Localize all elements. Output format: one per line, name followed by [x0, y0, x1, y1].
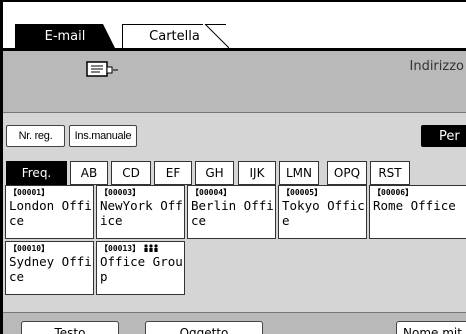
destination-button[interactable]: 【00010】 Sydney Office [5, 241, 94, 295]
destination-button[interactable]: 【00005】 Tokyo Office [278, 185, 367, 239]
destination-name: London Office [9, 198, 92, 228]
destination-grid: 【00001】 London Office 【00003】 NewYork Of… [5, 185, 466, 311]
destination-code: 【00013】 [100, 244, 141, 253]
destination-name: NewYork Office [100, 198, 183, 228]
subject-button[interactable]: Oggetto [145, 321, 263, 334]
destination-button[interactable]: 【00006】 Rome Office [369, 185, 466, 239]
tab-opq[interactable]: OPQ [327, 161, 367, 185]
destination-code: 【00010】 [9, 244, 50, 253]
destination-button[interactable]: 【00003】 NewYork Office [96, 185, 185, 239]
destination-name: Rome Office [373, 198, 456, 213]
tab-rst[interactable]: RST [370, 161, 410, 185]
reg-number-button[interactable]: Nr. reg. [6, 125, 65, 147]
index-tabs: Freq. AB CD EF GH IJK LMN OPQ RST [3, 152, 466, 186]
tab-ab[interactable]: AB [70, 161, 108, 185]
tab-folder-edge [203, 24, 229, 48]
destination-code: 【00003】 [100, 188, 141, 197]
per-button[interactable]: Per [421, 125, 466, 147]
text-button[interactable]: Testo [21, 321, 119, 334]
monitor-icon [86, 61, 118, 77]
destination-button[interactable]: 【00001】 London Office [5, 185, 94, 239]
sender-name-button[interactable]: Nome mit [396, 321, 466, 334]
tab-strip: E-mail Cartella [3, 2, 466, 48]
bottom-bar: Testo Oggetto Nome mit [3, 312, 466, 334]
tab-ef[interactable]: EF [154, 161, 192, 185]
destination-code: 【00005】 [282, 188, 323, 197]
destination-button[interactable]: 【00013】 Office Group [96, 241, 185, 295]
group-icon [144, 244, 158, 252]
destination-name: Berlin Office [191, 198, 274, 228]
destination-name: Sydney Office [9, 254, 92, 284]
destination-name: Tokyo Office [282, 198, 365, 228]
destination-code: 【00004】 [191, 188, 232, 197]
toolbar: Nr. reg. Ins.manuale Per [3, 112, 466, 153]
address-label: Indirizzo [409, 59, 465, 74]
destination-name: Office Group [100, 254, 183, 284]
tab-cd[interactable]: CD [111, 161, 151, 185]
tab-lmn[interactable]: LMN [279, 161, 319, 185]
tab-freq[interactable]: Freq. [6, 161, 67, 185]
tab-ijk[interactable]: IJK [238, 161, 276, 185]
manual-entry-button[interactable]: Ins.manuale [69, 125, 137, 147]
header-band: Indirizzo [3, 48, 466, 112]
tab-gh[interactable]: GH [195, 161, 234, 185]
destination-code: 【00006】 [373, 188, 414, 197]
scan-screen: E-mail Cartella Indirizzo Nr. reg. Ins.m… [0, 0, 466, 334]
destination-code: 【00001】 [9, 188, 50, 197]
tab-email[interactable]: E-mail [15, 24, 115, 48]
destination-button[interactable]: 【00004】 Berlin Office [187, 185, 276, 239]
